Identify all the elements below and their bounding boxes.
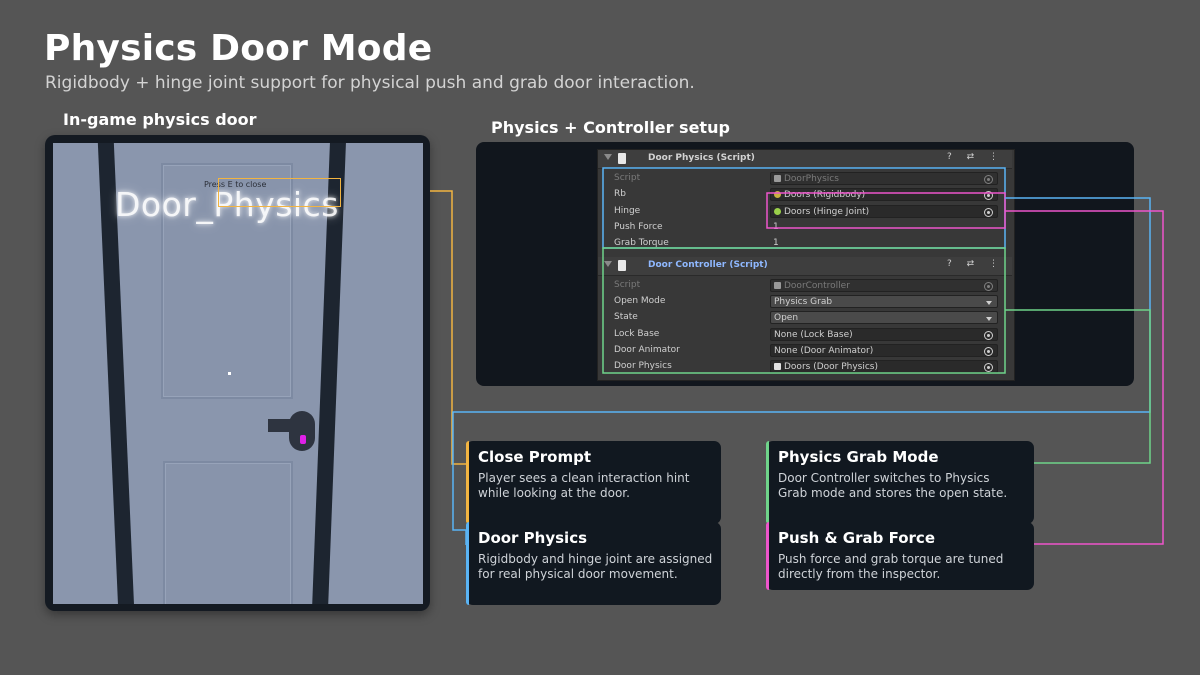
card-door-physics: Door Physics Rigidbody and hinge joint a… (466, 522, 721, 605)
card-accent (766, 441, 769, 524)
card-title: Push & Grab Force (778, 529, 936, 547)
rb-hinge-highlight (766, 192, 1006, 229)
card-body: Push force and grab torque are tuned dir… (778, 552, 1004, 581)
card-title: Close Prompt (478, 448, 592, 466)
door-physics-highlight (602, 167, 1006, 249)
card-title: Physics Grab Mode (778, 448, 939, 466)
card-body: Player sees a clean interaction hint whi… (478, 471, 690, 500)
card-accent (466, 522, 469, 605)
physics-grab-highlight (602, 247, 1006, 374)
card-physics-grab-mode: Physics Grab Mode Door Controller switch… (766, 441, 1034, 524)
card-push-grab-force: Push & Grab Force Push force and grab to… (766, 522, 1034, 590)
card-accent (766, 522, 769, 590)
card-title: Door Physics (478, 529, 588, 547)
card-close-prompt: Close Prompt Player sees a clean interac… (466, 441, 721, 524)
close-prompt-connector (430, 190, 466, 465)
card-accent (466, 441, 469, 524)
card-body: Door Controller switches to Physics Grab… (778, 471, 1008, 500)
card-body: Rigidbody and hinge joint are assigned f… (478, 552, 713, 581)
